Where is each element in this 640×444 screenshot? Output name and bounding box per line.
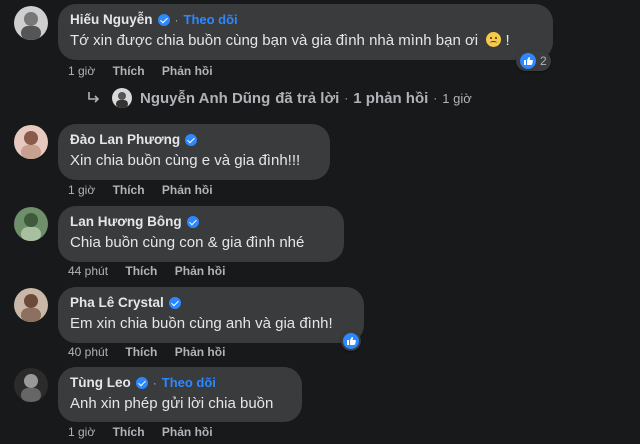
avatar[interactable]	[14, 368, 48, 402]
follow-button[interactable]: Theo dõi	[184, 12, 238, 27]
reply-arrow-icon	[88, 92, 100, 103]
comment-text: Chia buồn cùng con & gia đình nhé	[70, 234, 305, 251]
reaction-summary[interactable]: 2	[516, 51, 551, 71]
commenter-name[interactable]: Pha Lê Crystal	[70, 295, 164, 310]
comment-bubble: Đào Lan Phương Xin chia buồn cùng e và g…	[58, 124, 330, 180]
comment-time[interactable]: 44 phút	[68, 264, 108, 278]
avatar[interactable]	[14, 6, 48, 40]
commenter-name[interactable]: Đào Lan Phương	[70, 132, 180, 147]
view-replies-link[interactable]: Nguyễn Anh Dũng đã trả lời · 1 phản hồi …	[86, 88, 472, 108]
comment-bubble: Tùng Leo · Theo dõi Anh xin phép gửi lời…	[58, 367, 302, 422]
comment-time[interactable]: 40 phút	[68, 345, 108, 359]
reply-button[interactable]: Phản hồi	[162, 183, 213, 197]
sad-face-emoji-icon	[486, 32, 502, 47]
verified-badge-icon	[185, 133, 198, 146]
replier-name: Nguyễn Anh Dũng	[140, 89, 271, 107]
reply-button[interactable]: Phản hồi	[162, 64, 213, 78]
commenter-name[interactable]: Hiếu Nguyễn	[70, 12, 153, 27]
comment-text-suffix: !	[505, 32, 510, 49]
reply-status: đã trả lời	[275, 89, 340, 107]
comment-time[interactable]: 1 giờ	[68, 64, 95, 78]
like-reaction-icon	[520, 53, 536, 69]
verified-badge-icon	[186, 215, 199, 228]
reply-button[interactable]: Phản hồi	[175, 345, 226, 359]
comment-time[interactable]: 1 giờ	[68, 183, 95, 197]
separator-dot: ·	[344, 91, 349, 105]
like-button[interactable]: Thích	[113, 64, 145, 78]
verified-badge-icon	[168, 296, 181, 309]
reaction-summary[interactable]	[341, 331, 361, 351]
reply-time: 1 giờ	[442, 90, 472, 106]
comment-text: Em xin chia buồn cùng anh và gia đình!	[70, 315, 333, 332]
comment-bubble: Pha Lê Crystal Em xin chia buồn cùng anh…	[58, 287, 364, 343]
separator-dot: ·	[433, 91, 438, 105]
separator-dot: ·	[174, 12, 179, 27]
separator-dot: ·	[152, 375, 157, 390]
like-button[interactable]: Thích	[113, 183, 145, 197]
reply-count: 1 phản hồi	[353, 89, 429, 107]
reply-button[interactable]: Phản hồi	[162, 425, 213, 439]
like-button[interactable]: Thích	[125, 345, 157, 359]
comment-actions: 1 giờ Thích Phản hồi	[68, 64, 227, 78]
comment-actions: 40 phút Thích Phản hồi	[68, 345, 239, 359]
comment-text: Anh xin phép gửi lời chia buồn	[70, 395, 274, 412]
avatar[interactable]	[14, 207, 48, 241]
comment-bubble: Hiếu Nguyễn · Theo dõi Tớ xin được chia …	[58, 4, 553, 60]
like-reaction-icon	[343, 333, 359, 349]
like-button[interactable]: Thích	[125, 264, 157, 278]
commenter-name[interactable]: Tùng Leo	[70, 375, 131, 390]
comment-text: Xin chia buồn cùng e và gia đình!!!	[70, 152, 301, 169]
comment-actions: 44 phút Thích Phản hồi	[68, 264, 239, 278]
reply-button[interactable]: Phản hồi	[175, 264, 226, 278]
avatar	[112, 88, 132, 108]
verified-badge-icon	[157, 13, 170, 26]
comment-text: Tớ xin được chia buồn cùng bạn và gia đì…	[70, 32, 479, 49]
comment-text-row: Tớ xin được chia buồn cùng bạn và gia đì…	[70, 32, 541, 49]
verified-badge-icon	[135, 376, 148, 389]
comment-bubble: Lan Hương Bông Chia buồn cùng con & gia …	[58, 206, 344, 262]
reaction-count: 2	[540, 54, 547, 68]
like-button[interactable]: Thích	[113, 425, 145, 439]
comment-time[interactable]: 1 giờ	[68, 425, 95, 439]
commenter-name[interactable]: Lan Hương Bông	[70, 214, 182, 229]
comment-actions: 1 giờ Thích Phản hồi	[68, 425, 227, 439]
avatar[interactable]	[14, 125, 48, 159]
avatar[interactable]	[14, 288, 48, 322]
comment-actions: 1 giờ Thích Phản hồi	[68, 183, 227, 197]
follow-button[interactable]: Theo dõi	[162, 375, 216, 390]
